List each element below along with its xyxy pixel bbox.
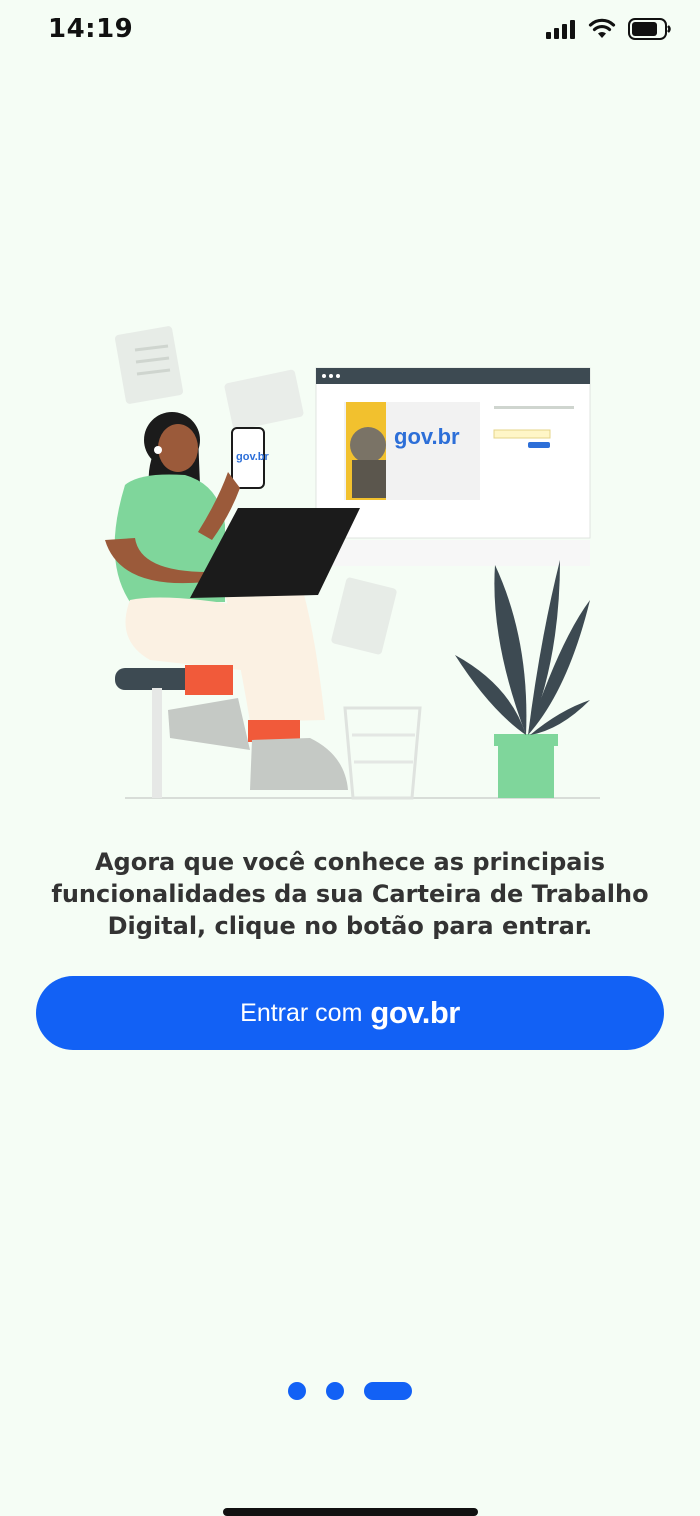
- svg-text:gov.br: gov.br: [394, 424, 460, 449]
- page-dot-1[interactable]: [288, 1382, 306, 1400]
- status-time: 14:19: [48, 14, 134, 44]
- page-dot-3-active[interactable]: [364, 1382, 412, 1400]
- onboarding-message: Agora que você conhece as principais fun…: [51, 848, 649, 940]
- plant: [455, 560, 590, 798]
- login-button-prefix: Entrar com: [240, 998, 363, 1027]
- cellular-signal-icon: [546, 20, 575, 39]
- battery-icon: [628, 18, 671, 40]
- login-button-brand: gov.br: [370, 995, 460, 1030]
- wastebasket: [343, 706, 422, 800]
- svg-text:gov.br: gov.br: [236, 451, 270, 463]
- folder-icon: [224, 369, 304, 431]
- document-icon-2: [331, 577, 397, 655]
- wifi-icon: [588, 18, 616, 38]
- browser-window: gov.br: [315, 367, 591, 566]
- page-indicator: [0, 1382, 700, 1400]
- document-icon: [114, 326, 184, 404]
- status-bar: 14:19: [0, 0, 700, 64]
- page-dot-2[interactable]: [326, 1382, 344, 1400]
- onboarding-illustration: gov.br gov.br: [105, 326, 600, 800]
- login-govbr-button[interactable]: Entrar com gov.br: [36, 976, 664, 1050]
- status-icons: [546, 18, 672, 40]
- home-indicator: [223, 1508, 478, 1516]
